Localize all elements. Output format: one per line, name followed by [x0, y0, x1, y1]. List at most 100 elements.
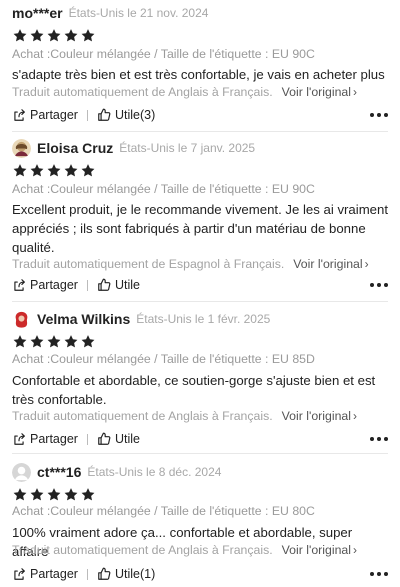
review-meta: États-Unis le 1 févr. 2025 [136, 312, 271, 326]
share-button[interactable]: Partager [12, 278, 78, 292]
purchase-variant: Achat :Couleur mélangée / Taille de l'ét… [12, 504, 315, 518]
chevron-right-icon: › [353, 543, 357, 557]
purchase-variant: Achat :Couleur mélangée / Taille de l'ét… [12, 47, 315, 61]
star-icon [46, 334, 62, 349]
see-original-label: Voir l'original [281, 85, 351, 99]
star-icon [46, 163, 62, 178]
star-icon [29, 487, 45, 502]
review-item: ct***16 États-Unis le 8 déc. 2024 Achat … [0, 456, 400, 587]
thumbs-up-icon [98, 432, 111, 445]
chevron-right-icon: › [353, 409, 357, 423]
more-icon[interactable] [370, 282, 388, 288]
helpful-label: Utile [114, 432, 140, 446]
helpful-label: Utile(1) [114, 567, 156, 581]
star-icon [80, 163, 96, 178]
helpful-button[interactable]: Utile(3) [97, 108, 155, 122]
share-button[interactable]: Partager [12, 432, 78, 446]
translation-note: Traduit automatiquement de Anglais à Fra… [12, 543, 357, 557]
star-icon [12, 334, 28, 349]
share-icon [14, 109, 25, 121]
see-original-label: Voir l'original [281, 543, 351, 557]
star-icon [80, 28, 96, 43]
translation-text: Traduit automatiquement de Espagnol à Fr… [12, 257, 285, 271]
share-button[interactable]: Partager [12, 108, 78, 122]
purchase-variant: Achat :Couleur mélangée / Taille de l'ét… [12, 352, 315, 366]
divider [86, 109, 88, 121]
review-header: mo***er États-Unis le 21 nov. 2024 [12, 0, 208, 26]
review-item: Velma Wilkins États-Unis le 1 févr. 2025… [0, 303, 400, 453]
star-icon [29, 28, 45, 43]
star-rating [12, 163, 97, 179]
star-icon [63, 334, 79, 349]
helpful-label: Utile(3) [114, 108, 156, 122]
star-icon [63, 487, 79, 502]
translation-text: Traduit automatiquement de Anglais à Fra… [12, 85, 273, 99]
review-text: s'adapte très bien et est très confortab… [12, 67, 385, 82]
star-icon [63, 163, 79, 178]
more-icon[interactable] [370, 571, 388, 577]
thumbs-up-icon [98, 567, 111, 580]
helpful-label: Utile [114, 278, 140, 292]
star-icon [46, 28, 62, 43]
share-label: Partager [30, 278, 78, 292]
share-label: Partager [30, 108, 78, 122]
see-original-label: Voir l'original [293, 257, 363, 271]
review-meta: États-Unis le 8 déc. 2024 [87, 465, 222, 479]
avatar [12, 462, 31, 482]
divider [86, 568, 88, 580]
star-rating [12, 28, 97, 44]
see-original-label: Voir l'original [281, 409, 351, 423]
star-icon [46, 487, 62, 502]
review-text: Excellent produit, je le recommande vive… [12, 202, 389, 255]
star-icon [12, 28, 28, 43]
divider [86, 433, 88, 445]
translation-note: Traduit automatiquement de Anglais à Fra… [12, 409, 357, 423]
star-icon [63, 28, 79, 43]
star-icon [12, 487, 28, 502]
see-original-link[interactable]: Voir l'original › [282, 543, 357, 557]
review-header: Eloisa Cruz États-Unis le 7 janv. 2025 [12, 135, 255, 161]
thumbs-up-icon [98, 278, 111, 291]
reviewer-name[interactable]: Eloisa Cruz [37, 140, 113, 156]
share-label: Partager [30, 567, 78, 581]
helpful-button[interactable]: Utile [97, 278, 140, 292]
translation-note: Traduit automatiquement de Anglais à Fra… [12, 85, 357, 99]
share-icon [14, 279, 25, 291]
review-actions: Partager Utile(1) [12, 565, 388, 583]
avatar [12, 309, 31, 329]
translation-note: Traduit automatiquement de Espagnol à Fr… [12, 257, 369, 271]
purchase-variant: Achat :Couleur mélangée / Taille de l'ét… [12, 182, 315, 196]
helpful-button[interactable]: Utile(1) [97, 567, 155, 581]
review-actions: Partager Utile [12, 276, 388, 294]
review-actions: Partager Utile [12, 430, 388, 448]
review-meta: États-Unis le 21 nov. 2024 [68, 6, 209, 20]
review-header: Velma Wilkins États-Unis le 1 févr. 2025 [12, 306, 270, 332]
avatar [12, 138, 31, 158]
star-icon [80, 487, 96, 502]
divider [86, 279, 88, 291]
star-icon [12, 163, 28, 178]
translation-text: Traduit automatiquement de Anglais à Fra… [12, 543, 273, 557]
thumbs-up-icon [98, 108, 111, 121]
star-rating [12, 334, 97, 350]
reviewer-name[interactable]: ct***16 [37, 464, 81, 480]
star-icon [29, 334, 45, 349]
share-icon [14, 568, 25, 580]
star-icon [29, 163, 45, 178]
more-icon[interactable] [370, 112, 388, 118]
helpful-button[interactable]: Utile [97, 432, 140, 446]
review-item: Eloisa Cruz États-Unis le 7 janv. 2025 A… [0, 132, 400, 300]
see-original-link[interactable]: Voir l'original › [282, 409, 357, 423]
review-actions: Partager Utile(3) [12, 106, 388, 124]
divider [12, 453, 388, 454]
chevron-right-icon: › [353, 85, 357, 99]
more-icon[interactable] [370, 436, 388, 442]
star-icon [80, 334, 96, 349]
reviewer-name[interactable]: Velma Wilkins [37, 311, 130, 327]
see-original-link[interactable]: Voir l'original › [293, 257, 368, 271]
see-original-link[interactable]: Voir l'original › [282, 85, 357, 99]
share-label: Partager [30, 432, 78, 446]
reviewer-name[interactable]: mo***er [12, 5, 63, 21]
share-button[interactable]: Partager [12, 567, 78, 581]
review-text: Confortable et abordable, ce soutien-gor… [12, 373, 376, 407]
